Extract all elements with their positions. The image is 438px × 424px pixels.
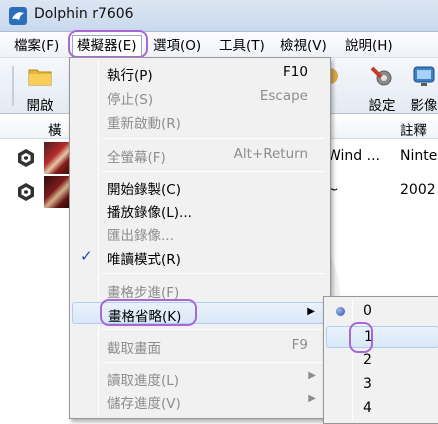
open-label: 開啟 — [26, 98, 54, 114]
menu-item-reset[interactable]: 重新啟動(R) — [72, 110, 328, 132]
gamecube-icon — [18, 149, 34, 167]
game-banner-image — [44, 176, 72, 208]
submenu-arrow-icon: ▶ — [308, 370, 316, 381]
menu-item-export-recording[interactable]: 匯出錄像... — [72, 222, 328, 244]
frameskip-option-3[interactable]: 3 — [326, 374, 438, 396]
menu-separator — [102, 273, 324, 274]
menu-item-label: 畫格步進(F) — [107, 285, 180, 301]
menu-help[interactable]: 說明(H) — [345, 36, 393, 56]
menu-emulation[interactable]: 模擬器(E) — [72, 35, 142, 58]
frameskip-option-4[interactable]: 4 — [326, 398, 438, 420]
menu-separator — [102, 362, 324, 363]
menu-item-play-recording[interactable]: 播放錄像(L)... — [72, 199, 328, 221]
menu-item-shortcut: F10 — [283, 64, 308, 80]
emulation-dropdown-menu: 執行(P) F10 停止(S) Escape 重新啟動(R) 全螢幕(F) Al… — [69, 57, 331, 419]
menu-item-label: 開始錄製(C) — [107, 182, 181, 198]
menu-options[interactable]: 選項(O) — [153, 36, 201, 56]
submenu-arrow-icon: ▶ — [308, 393, 316, 404]
menu-item-shortcut: F9 — [291, 337, 308, 353]
menu-separator — [102, 138, 324, 139]
menu-separator — [102, 171, 324, 172]
frameskip-option-1[interactable]: 1 — [326, 326, 438, 348]
menu-item-stop[interactable]: 停止(S) Escape — [72, 86, 328, 108]
radio-selected-icon — [336, 307, 345, 316]
menu-separator — [102, 329, 324, 330]
menu-item-label: 重新啟動(R) — [107, 116, 181, 132]
menu-item-screenshot[interactable]: 截取畫面 F9 — [72, 335, 328, 357]
frameskip-option-2[interactable]: 2 — [326, 350, 438, 372]
menu-item-label: 執行(P) — [107, 68, 153, 84]
game-notes-cell: Ninte — [400, 148, 438, 164]
menu-item-frame-skipping[interactable]: 畫格省略(K) ▶ — [72, 302, 328, 325]
window-title: Dolphin r7606 — [34, 6, 134, 22]
open-button[interactable]: 開啟 — [18, 62, 62, 114]
menu-item-label: 儲存進度(V) — [107, 396, 181, 412]
game-title-cell: Wind ... — [327, 148, 380, 164]
menu-item-frame-advance[interactable]: 畫格步進(F) — [72, 279, 328, 301]
menu-item-label: 播放錄像(L)... — [107, 205, 192, 221]
game-notes-cell: 2002 — [400, 182, 436, 198]
gamecube-icon — [18, 183, 34, 201]
menu-file[interactable]: 檔案(F) — [14, 36, 59, 56]
toolbar-separator — [12, 66, 14, 106]
video-label: 影像 — [410, 98, 438, 114]
menu-item-label: 截取畫面 — [107, 341, 161, 357]
menu-item-label: 4 — [363, 400, 372, 416]
menu-item-label: 讀取進度(L) — [107, 373, 180, 389]
dolphin-app-icon — [9, 7, 27, 25]
settings-label: 設定 — [368, 98, 396, 114]
folder-icon — [28, 69, 52, 86]
column-banner[interactable]: 橫 — [48, 119, 62, 139]
menu-view[interactable]: 檢視(V) — [280, 36, 327, 56]
menu-item-save-state[interactable]: 儲存進度(V) ▶ — [72, 390, 328, 412]
menu-item-shortcut: Alt+Return — [233, 146, 308, 162]
frame-skipping-submenu: 0 1 2 3 4 — [323, 296, 438, 424]
menu-item-label: 全螢幕(F) — [107, 150, 166, 166]
frameskip-option-0[interactable]: 0 — [326, 301, 438, 323]
menu-item-label: 1 — [364, 329, 373, 345]
menu-item-label: 匯出錄像... — [107, 228, 174, 244]
game-banner-image — [44, 142, 72, 174]
wrench-gear-icon — [370, 66, 392, 86]
display-icon — [413, 66, 435, 86]
menu-item-label: 畫格省略(K) — [108, 309, 182, 325]
menu-item-read-only-mode[interactable]: ✓ 唯讀模式(R) — [72, 246, 328, 268]
menu-item-label: 停止(S) — [107, 92, 154, 108]
menu-item-label: 唯讀模式(R) — [107, 252, 181, 268]
menu-item-play[interactable]: 執行(P) F10 — [72, 62, 328, 84]
menu-item-shortcut: Escape — [259, 88, 308, 104]
menu-item-label: 0 — [363, 303, 372, 319]
menu-item-load-state[interactable]: 讀取進度(L) ▶ — [72, 367, 328, 389]
settings-button[interactable]: 設定 — [360, 62, 404, 114]
menu-item-label: 2 — [363, 352, 372, 368]
check-icon: ✓ — [80, 247, 93, 265]
video-button[interactable]: 影像 — [402, 62, 438, 114]
menu-bar: 檔案(F) 模擬器(E) 選項(O) 工具(T) 檢視(V) 說明(H) — [0, 32, 438, 58]
title-bar: Dolphin r7606 — [0, 0, 438, 32]
menu-item-label: 3 — [363, 376, 372, 392]
menu-item-start-recording[interactable]: 開始錄製(C) — [72, 176, 328, 198]
column-notes[interactable]: 註釋 — [400, 119, 427, 139]
menu-tools[interactable]: 工具(T) — [219, 36, 265, 56]
submenu-arrow-icon: ▶ — [307, 306, 315, 317]
menu-item-fullscreen[interactable]: 全螢幕(F) Alt+Return — [72, 144, 328, 166]
